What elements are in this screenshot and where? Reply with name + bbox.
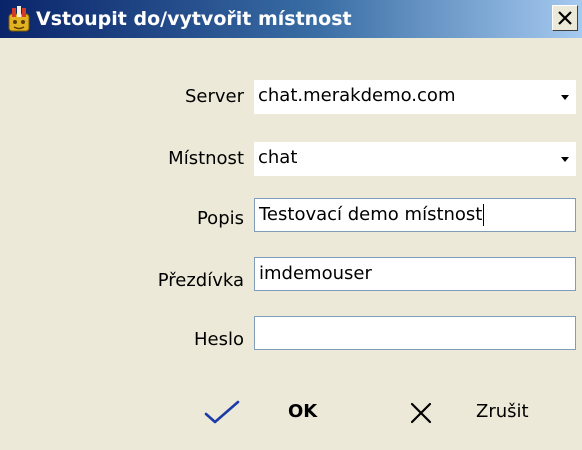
ok-button-label: OK: [288, 401, 318, 422]
window-title: Vstoupit do/vytvořit místnost: [36, 8, 352, 30]
dialog-window: Vstoupit do/vytvořit místnost Server cha…: [0, 0, 582, 450]
app-icon: [6, 5, 32, 33]
password-input[interactable]: [254, 316, 576, 350]
password-label: Heslo: [193, 329, 244, 350]
chevron-down-icon: [561, 95, 569, 100]
room-label: Místnost: [168, 148, 244, 169]
server-dropdown-button[interactable]: [556, 87, 574, 107]
room-dropdown-button[interactable]: [556, 149, 574, 169]
ok-button[interactable]: OK: [200, 392, 330, 432]
x-icon: [410, 402, 432, 424]
server-label: Server: [184, 86, 244, 107]
nickname-input[interactable]: imdemouser: [254, 257, 576, 291]
room-select[interactable]: chat: [254, 142, 576, 176]
close-button[interactable]: [552, 5, 578, 31]
chevron-down-icon: [561, 157, 569, 162]
server-value: chat.merakdemo.com: [258, 85, 456, 106]
cancel-button-label: Zrušit: [476, 401, 529, 422]
nickname-label: Přezdívka: [157, 270, 244, 291]
description-value: Testovací demo místnost: [259, 204, 485, 226]
description-input[interactable]: Testovací demo místnost: [254, 198, 576, 232]
room-value: chat: [258, 147, 298, 168]
server-select[interactable]: chat.merakdemo.com: [254, 80, 576, 114]
close-icon: [558, 11, 572, 25]
description-label: Popis: [196, 208, 244, 229]
description-text: Testovací demo místnost: [259, 204, 483, 225]
title-bar[interactable]: Vstoupit do/vytvořit místnost: [0, 0, 582, 38]
nickname-value: imdemouser: [259, 263, 372, 284]
text-cursor: [483, 204, 485, 226]
checkmark-icon: [204, 400, 240, 424]
cancel-button[interactable]: Zrušit: [404, 392, 534, 432]
